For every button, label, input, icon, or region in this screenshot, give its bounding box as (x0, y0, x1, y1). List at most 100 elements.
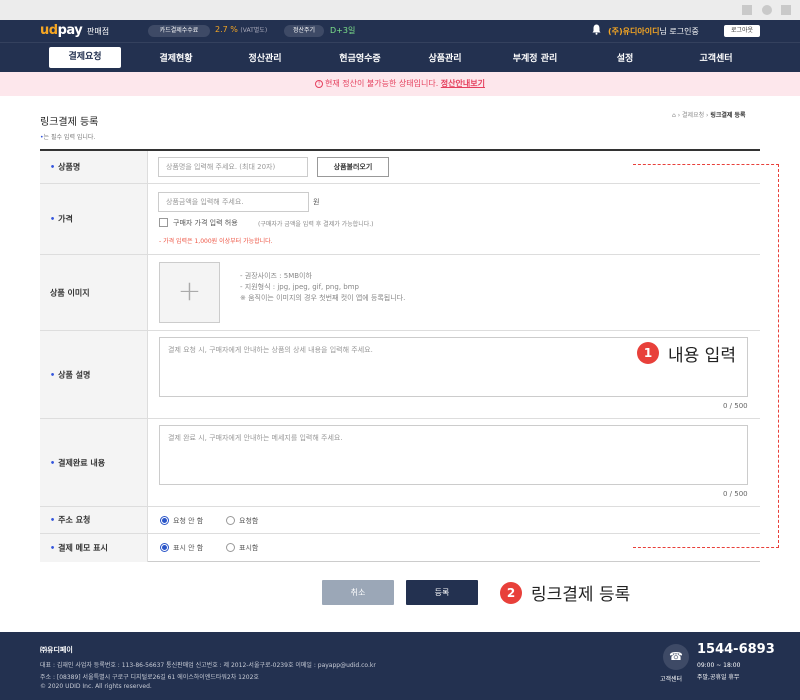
settlement-guide-link[interactable]: 정산안내보기 (441, 79, 485, 88)
settlement-notice: ! 현재 정산이 불가능한 상태입니다. 정산안내보기 (0, 72, 800, 96)
footer-hours: 09:00 ~ 18:00 (697, 662, 741, 669)
footer-address: 주소 : [08389] 서울특별시 구로구 디지털로26길 61 에이스하이엔… (40, 674, 259, 681)
description-textarea[interactable]: 결제 요청 시, 구매자에게 안내하는 상품의 상세 내용을 입력해 주세요. (159, 337, 748, 397)
nav-item-customer-center[interactable]: 고객센터 (688, 51, 744, 64)
footer: ㈜유디페이 대표 : 김재인 사업자 등록번호 : 113-86-56637 통… (0, 632, 800, 700)
memo-no-label[interactable]: 표시 안 함 (173, 543, 203, 553)
required-mark: • (50, 214, 56, 224)
required-mark: • (50, 458, 56, 467)
breadcrumb-current: 링크결제 등록 (710, 112, 746, 119)
footer-phone[interactable]: 1544-6893 (697, 642, 775, 657)
row-price: • 가격 상품금액을 입력해 주세요. 원 구매자 가격 입력 허용 (구매자가 … (40, 184, 760, 255)
image-note-size: - 권장사이즈 : 5MB이하 (240, 272, 312, 280)
fee-rate: 2.7 % (VAT별도) (215, 25, 267, 34)
udpay-logo[interactable]: udpay (40, 23, 83, 38)
label-price-text: 가격 (58, 214, 73, 224)
cancel-button[interactable]: 취소 (322, 580, 394, 605)
page-title: 링크결제 등록 (40, 117, 99, 128)
login-status: 님 로그인중 (659, 27, 699, 36)
nav-item-products[interactable]: 상품관리 (415, 51, 475, 64)
top-bar: udpay 판매점 카드결제수수료 2.7 % (VAT별도) 정산주기 D+3… (0, 20, 800, 42)
fee-pill: 카드결제수수료 (148, 25, 210, 37)
required-note: •는 필수 입력 입니다. (40, 132, 95, 141)
label-product-name-text: 상품명 (58, 162, 81, 172)
info-icon: ! (315, 79, 324, 88)
logout-button[interactable]: 로그아웃 (724, 25, 760, 37)
memo-no-radio[interactable] (160, 543, 169, 552)
description-counter: 0 / 500 (723, 402, 748, 410)
label-address: • 주소 요청 (40, 507, 148, 533)
minimize-icon[interactable] (742, 5, 752, 15)
address-no-radio[interactable] (160, 516, 169, 525)
image-upload-box[interactable]: + (159, 262, 220, 323)
plus-icon: + (177, 274, 202, 307)
memo-yes-label[interactable]: 표시함 (239, 543, 258, 553)
allow-buyer-price-hint: (구매자가 금액을 입력 후 결제가 가능합니다.) (258, 221, 374, 228)
close-icon[interactable] (781, 5, 791, 15)
nav-item-cash-receipt[interactable]: 현금영수증 (325, 51, 395, 64)
allow-buyer-price-label[interactable]: 구매자 가격 입력 허용 (173, 218, 238, 228)
row-product-name: • 상품명 상품명을 입력해 주세요. (최대 20자) 상품불러오기 (40, 151, 760, 184)
address-no-label[interactable]: 요청 안 함 (173, 516, 203, 526)
label-memo: • 결제 메모 표시 (40, 534, 148, 562)
label-product-name: • 상품명 (40, 151, 148, 183)
seller-label: 판매점 (87, 27, 110, 36)
phone-icon: ☎ (663, 644, 689, 670)
home-icon[interactable]: ⌂ (672, 112, 676, 119)
company-name: (주)유디아이디 (608, 27, 660, 36)
window-titlebar (0, 0, 800, 20)
completion-counter: 0 / 500 (723, 490, 748, 498)
breadcrumb-mid[interactable]: › 결제요청 › (678, 112, 709, 119)
image-note-format: - 지원형식 : jpg, jpeg, gif, png, bmp (240, 283, 359, 291)
nav-item-sub-accounts[interactable]: 부계정 관리 (500, 51, 570, 64)
product-name-input[interactable]: 상품명을 입력해 주세요. (최대 20자) (158, 157, 308, 177)
nav-item-payment-status[interactable]: 결제현황 (146, 51, 206, 64)
row-memo: • 결제 메모 표시 표시 안 함 표시함 (40, 534, 760, 562)
price-input[interactable]: 상품금액을 입력해 주세요. (158, 192, 309, 212)
required-mark: • (50, 162, 56, 172)
annotation-step1-badge: 1 (637, 342, 659, 364)
fee-vat: (VAT별도) (240, 27, 268, 34)
label-product-image-text: 상품 이미지 (50, 288, 90, 297)
label-product-image: 상품 이미지 (40, 255, 148, 330)
cycle-value: D+3일 (330, 26, 356, 35)
logo-pay: pay (57, 23, 83, 38)
footer-company: ㈜유디페이 (40, 646, 73, 654)
memo-yes-radio[interactable] (226, 543, 235, 552)
load-product-button[interactable]: 상품불러오기 (317, 157, 389, 177)
label-completion: • 결제완료 내용 (40, 419, 148, 506)
label-address-text: 주소 요청 (58, 515, 91, 525)
register-button[interactable]: 등록 (406, 580, 478, 605)
completion-textarea[interactable]: 결제 완료 시, 구매자에게 안내하는 메세지를 입력해 주세요. (159, 425, 748, 485)
label-description: • 상품 설명 (40, 331, 148, 418)
maximize-icon[interactable] (762, 5, 772, 15)
cycle-pill: 정산주기 (284, 25, 324, 37)
breadcrumb: ⌂ › 결제요청 › 링크결제 등록 (672, 110, 746, 119)
required-mark: • (50, 543, 56, 553)
label-completion-text: 결제완료 내용 (58, 458, 106, 467)
nav-item-payment-request[interactable]: 결제요청 (49, 47, 121, 68)
required-note-text: 는 필수 입력 입니다. (43, 134, 96, 141)
bell-icon[interactable] (592, 24, 601, 35)
annotation-step1-text: 내용 입력 (668, 346, 736, 366)
footer-business-info: 대표 : 김재인 사업자 등록번호 : 113-86-56637 통신판매업 신… (40, 662, 376, 669)
footer-holiday: 주말,공휴일 휴무 (697, 674, 740, 681)
required-mark: • (50, 515, 56, 525)
allow-buyer-price-checkbox[interactable] (159, 218, 168, 227)
label-price: • 가격 (40, 184, 148, 254)
image-note-animated: ※ 움직이는 이미지의 경우 첫번째 컷이 앱에 등록됩니다. (240, 294, 406, 302)
row-completion: • 결제완료 내용 결제 완료 시, 구매자에게 안내하는 메세지를 입력해 주세… (40, 419, 760, 507)
nav-item-settlement[interactable]: 정산관리 (235, 51, 295, 64)
address-yes-radio[interactable] (226, 516, 235, 525)
nav-item-settings[interactable]: 설정 (605, 51, 645, 64)
row-product-image: 상품 이미지 + - 권장사이즈 : 5MB이하 - 지원형식 : jpg, j… (40, 255, 760, 331)
footer-cs-label: 고객센터 (660, 676, 683, 683)
row-address: • 주소 요청 요청 안 함 요청함 (40, 507, 760, 534)
fee-rate-value: 2.7 % (215, 25, 238, 34)
price-unit: 원 (313, 198, 320, 206)
label-memo-text: 결제 메모 표시 (58, 543, 108, 553)
annotation-step2-badge: 2 (500, 582, 522, 604)
label-description-text: 상품 설명 (58, 370, 91, 379)
required-mark: • (50, 370, 56, 379)
address-yes-label[interactable]: 요청함 (239, 516, 258, 526)
